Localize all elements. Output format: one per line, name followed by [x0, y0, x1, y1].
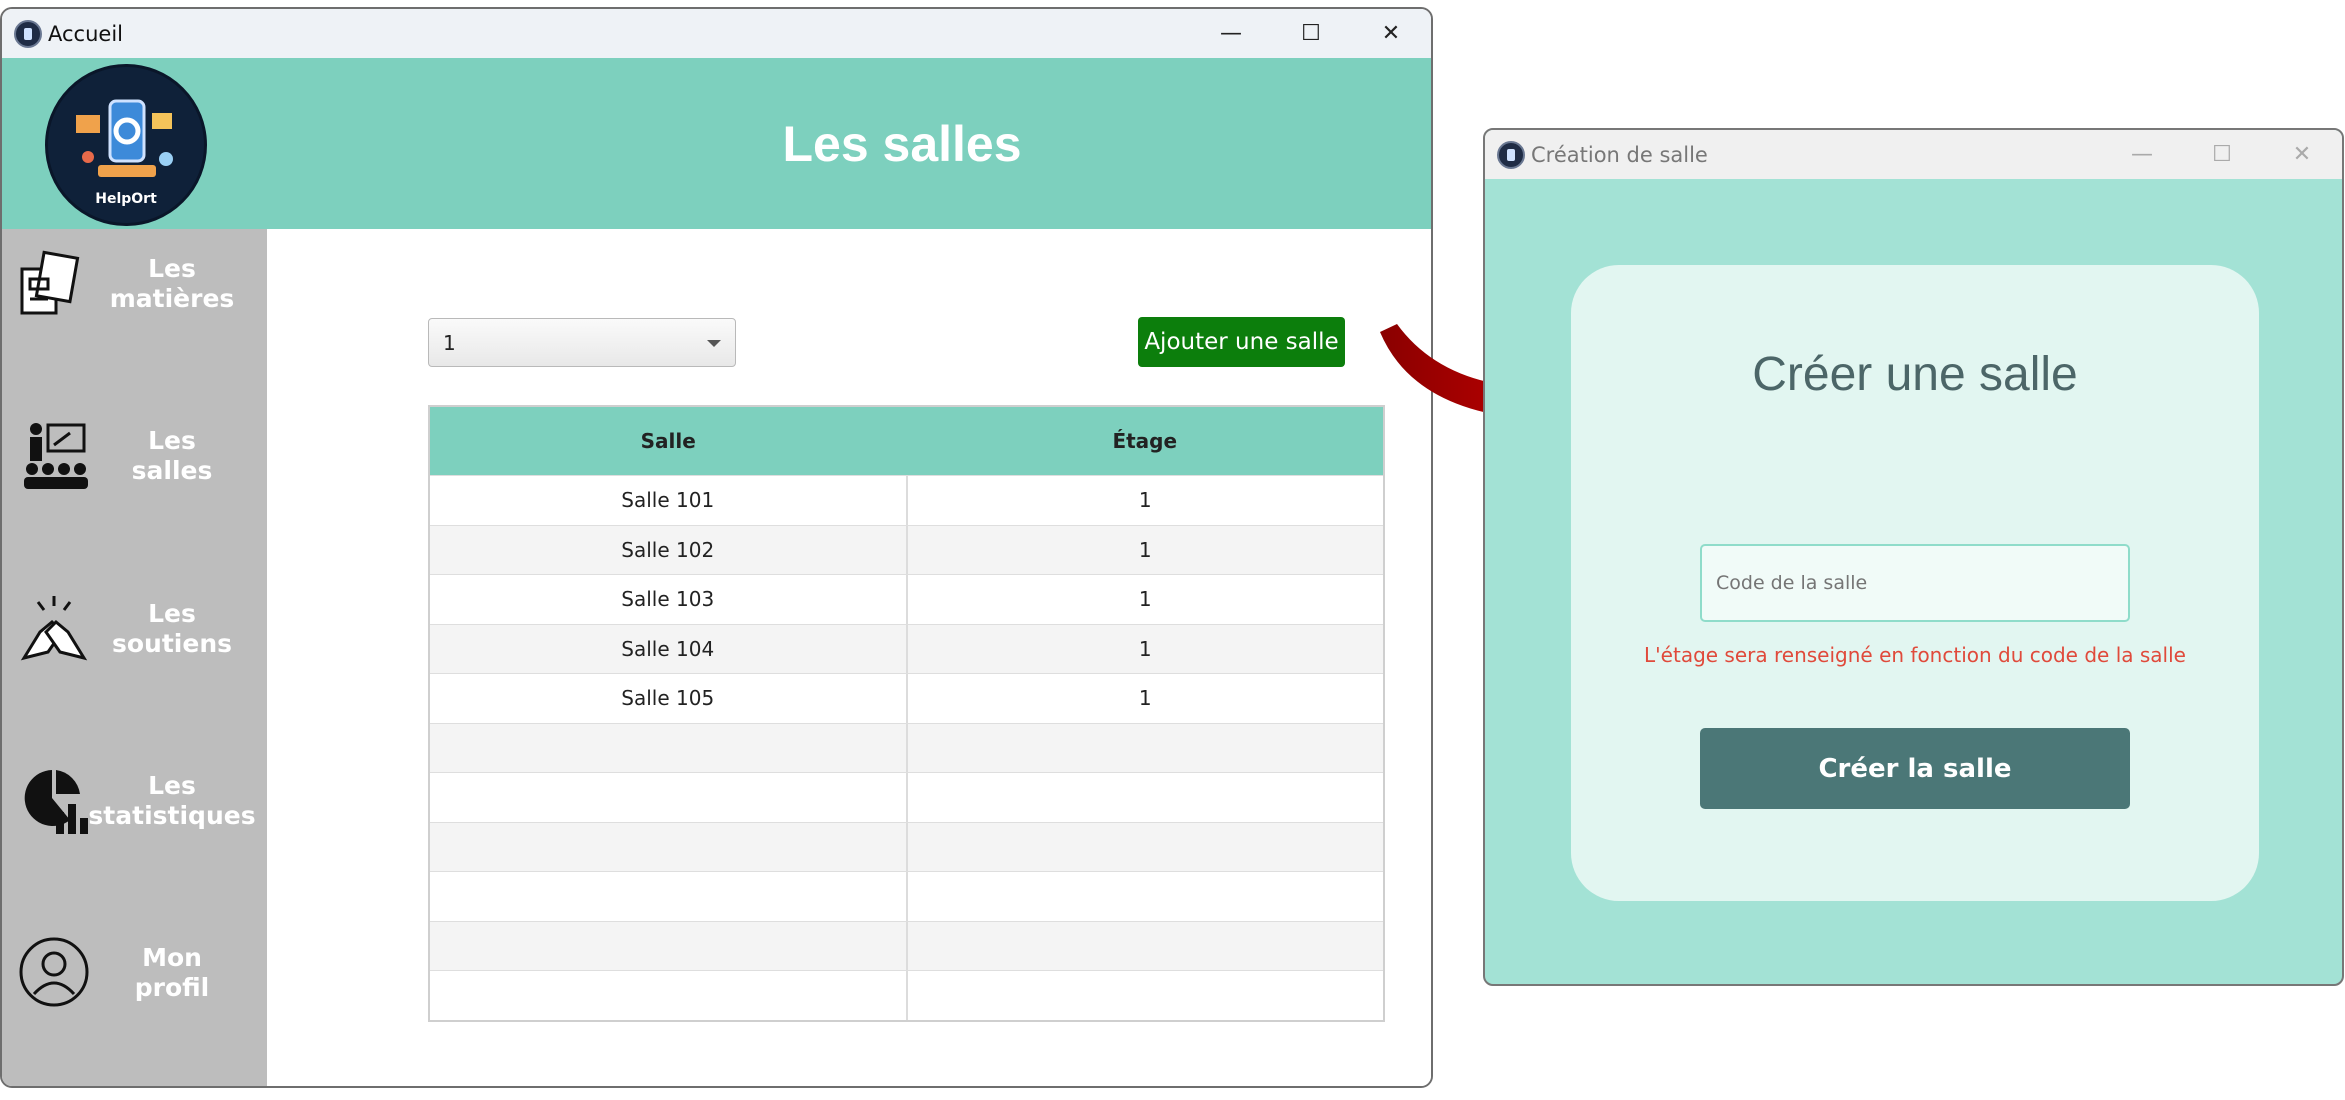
main-content: 1 Ajouter une salle Salle Étage Salle 10… — [267, 229, 1431, 1086]
dialog-window-controls: — ☐ ✕ — [2102, 130, 2342, 179]
table-row — [430, 920, 1384, 971]
classroom-icon — [24, 423, 88, 489]
cell-salle: Salle 104 — [430, 624, 908, 673]
maximize-icon: ☐ — [1301, 21, 1321, 46]
cell-etage: 1 — [1138, 537, 1152, 562]
close-button[interactable]: ✕ — [2262, 130, 2342, 179]
logo-text: HelpOrt — [95, 191, 157, 207]
sidebar-item-matieres[interactable]: Les matières — [2, 229, 267, 339]
app-icon — [1497, 140, 1525, 169]
sidebar-item-label: Les matières — [109, 254, 235, 313]
cell-salle — [430, 921, 908, 970]
column-header-etage[interactable]: Étage — [907, 407, 1384, 475]
table-body: Salle 101 1 Salle 102 1 Salle 103 1 Salle 1… — [430, 475, 1383, 1020]
sidebar-item-label: Les statistiques — [88, 771, 256, 830]
floor-hint-text: L'étage sera renseigné en fonction du co… — [1644, 643, 2186, 667]
sidebar-item-label: Les soutiens — [111, 599, 232, 658]
floor-select[interactable]: 1 — [428, 318, 736, 367]
window-title: Accueil — [48, 21, 123, 46]
table-row — [430, 772, 1383, 822]
handshake-icon — [20, 596, 88, 661]
cell-etage: 1 — [1138, 488, 1152, 513]
chevron-down-icon — [707, 340, 721, 347]
app-icon — [14, 19, 42, 48]
page-title: Les salles — [782, 115, 1022, 172]
profile-icon — [19, 937, 89, 1007]
close-button[interactable]: ✕ — [1351, 9, 1431, 58]
sidebar-item-salles[interactable]: Les salles — [2, 401, 267, 511]
create-room-button[interactable]: Créer la salle — [1700, 728, 2130, 809]
cell-etage — [908, 823, 1384, 872]
cell-etage — [908, 724, 1384, 773]
create-room-dialog: Création de salle — ☐ ✕ Créer une salle … — [1483, 128, 2344, 986]
main-window: Accueil — ☐ ✕ HelpOrt Les salles Les mat… — [0, 7, 1433, 1088]
table-row — [430, 871, 1383, 921]
dialog-titlebar[interactable]: Création de salle — ☐ ✕ — [1485, 130, 2342, 179]
cell-salle — [430, 872, 908, 921]
rooms-table: Salle Étage Salle 101 1 Salle 102 1 Salle … — [428, 405, 1385, 1022]
dialog-heading: Créer une salle — [1752, 348, 2078, 401]
cell-salle — [430, 773, 908, 822]
floor-select-value: 1 — [443, 331, 456, 355]
table-row[interactable]: Salle 105 1 — [430, 673, 1383, 723]
helport-logo: HelpOrt — [45, 64, 207, 226]
cell-salle: Salle 103 — [430, 575, 908, 624]
close-icon: ✕ — [1381, 21, 1401, 46]
table-row[interactable]: Salle 104 1 — [430, 623, 1383, 673]
minimize-icon: — — [2131, 142, 2153, 167]
maximize-icon: ☐ — [2212, 142, 2232, 167]
cell-etage — [908, 872, 1384, 921]
table-header: Salle Étage — [430, 407, 1383, 475]
cell-etage: 1 — [1138, 686, 1152, 711]
maximize-button[interactable]: ☐ — [1271, 9, 1351, 58]
table-row — [430, 970, 1383, 1020]
close-icon: ✕ — [2292, 142, 2312, 167]
sidebar: Les matières Les salles Les soutiens Les… — [2, 229, 267, 1086]
dialog-title: Création de salle — [1531, 142, 1708, 167]
sidebar-item-label: Les salles — [131, 426, 213, 485]
cell-salle — [430, 971, 908, 1020]
cell-etage — [908, 773, 1384, 822]
books-icon — [20, 250, 80, 315]
cell-etage: 1 — [1138, 587, 1152, 612]
cell-salle: Salle 105 — [430, 674, 908, 723]
window-controls: — ☐ ✕ — [1191, 9, 1431, 58]
add-room-button[interactable]: Ajouter une salle — [1138, 317, 1345, 367]
table-row[interactable]: Salle 103 1 — [430, 574, 1383, 624]
sidebar-item-statistiques[interactable]: Les statistiques — [2, 746, 267, 856]
dialog-card: Créer une salle L'étage sera renseigné e… — [1571, 265, 2259, 901]
minimize-button[interactable]: — — [2102, 130, 2182, 179]
sidebar-item-label: Mon profil — [134, 943, 210, 1002]
app-header: HelpOrt Les salles — [2, 58, 1431, 229]
cell-salle: Salle 101 — [430, 476, 908, 525]
table-row[interactable]: Salle 102 1 — [430, 524, 1383, 574]
maximize-button[interactable]: ☐ — [2182, 130, 2262, 179]
sidebar-item-soutiens[interactable]: Les soutiens — [2, 574, 267, 684]
table-row — [430, 821, 1384, 872]
cell-etage — [908, 971, 1384, 1020]
cell-etage: 1 — [1138, 636, 1152, 661]
cell-salle: Salle 102 — [430, 525, 908, 574]
table-row — [430, 722, 1384, 773]
table-row[interactable]: Salle 101 1 — [430, 475, 1383, 525]
column-header-salle[interactable]: Salle — [430, 407, 907, 475]
room-code-input[interactable] — [1700, 544, 2130, 622]
cell-etage — [908, 922, 1384, 971]
main-titlebar[interactable]: Accueil — ☐ ✕ — [2, 9, 1431, 58]
cell-salle — [430, 822, 908, 871]
cell-salle — [430, 723, 908, 772]
sidebar-item-profil[interactable]: Mon profil — [2, 918, 267, 1028]
chart-icon — [24, 770, 88, 834]
minimize-icon: — — [1220, 21, 1242, 46]
minimize-button[interactable]: — — [1191, 9, 1271, 58]
